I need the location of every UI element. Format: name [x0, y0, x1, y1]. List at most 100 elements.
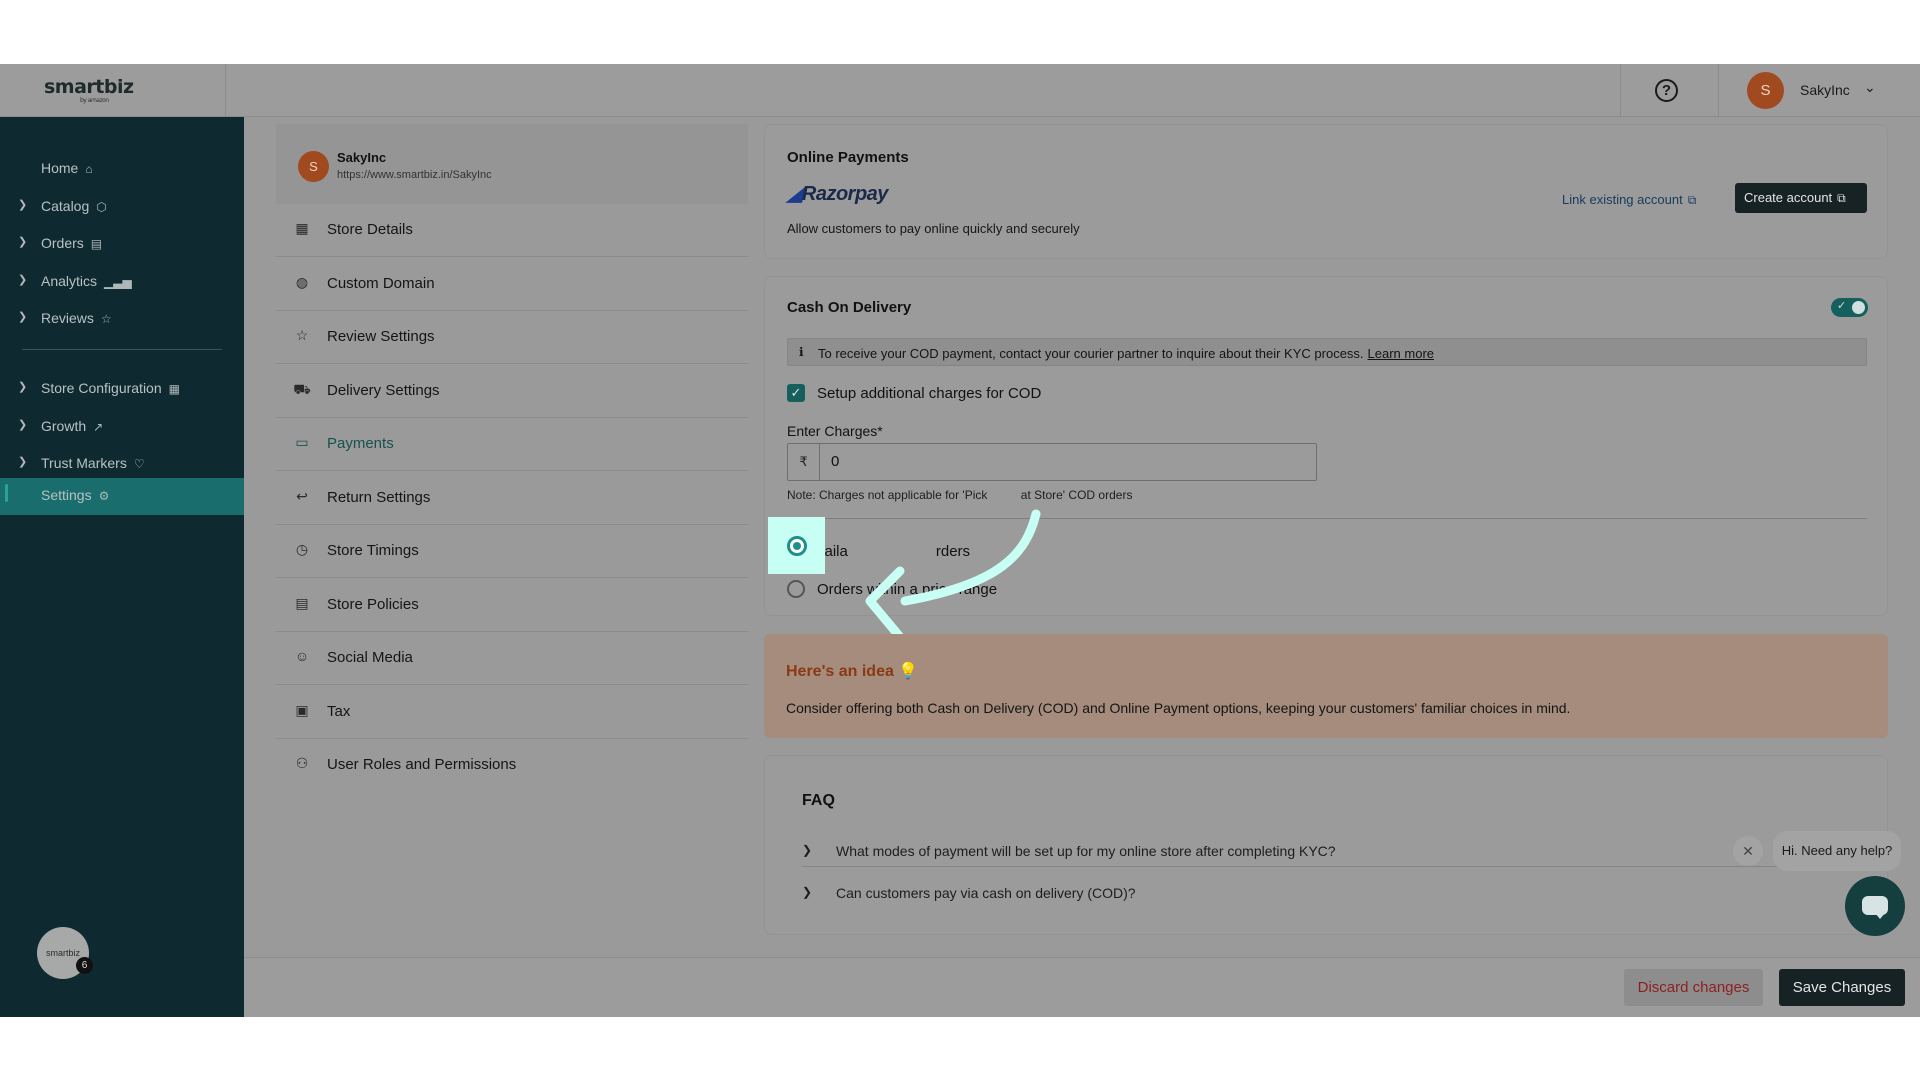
- online-payments-title: Online Payments: [787, 149, 909, 166]
- users-icon: ⚇: [295, 755, 309, 771]
- cod-title: Cash On Delivery: [787, 299, 912, 316]
- chevron-right-icon: ❯: [18, 236, 28, 248]
- store-header: S SakyInc https://www.smartbiz.in/SakyIn…: [276, 124, 748, 204]
- star-icon: ☆: [295, 327, 309, 343]
- close-icon[interactable]: ✕: [1733, 836, 1763, 866]
- chevron-right-icon: ❯: [18, 419, 28, 431]
- idea-card: Here's an idea 💡 Consider offering both …: [764, 634, 1888, 738]
- divider: [225, 64, 226, 117]
- settings-item-store-details[interactable]: ▦ Store Details: [276, 204, 748, 257]
- divider: [1620, 64, 1621, 117]
- online-payments-description: Allow customers to pay online quickly an…: [787, 221, 1080, 236]
- lightbulb-icon: 💡: [898, 663, 919, 680]
- rupee-icon: ₹: [788, 444, 820, 480]
- settings-item-store-timings[interactable]: ◷ Store Timings: [276, 525, 748, 578]
- setup-charges-label: Setup additional charges for COD: [817, 385, 1042, 402]
- trend-up-icon: ↗: [93, 420, 104, 434]
- tax-icon: ▣: [295, 702, 309, 718]
- sidebar-item-store-configuration[interactable]: ❯ Store Configuration ▦: [0, 374, 244, 404]
- return-icon: ↩: [296, 488, 308, 504]
- chevron-down-icon[interactable]: ⌄: [1864, 79, 1876, 96]
- check-icon: ✓: [1837, 300, 1847, 312]
- help-icon[interactable]: ?: [1655, 79, 1678, 102]
- sidebar-item-home[interactable]: Home ⌂: [0, 154, 244, 184]
- store-url[interactable]: https://www.smartbiz.in/SakyInc: [337, 169, 492, 181]
- sidebar-item-catalog[interactable]: ❯ Catalog ⬡: [0, 192, 244, 222]
- online-payments-card: Online Payments ◢Razorpay Allow customer…: [764, 124, 1888, 259]
- chevron-right-icon: ❯: [802, 885, 813, 899]
- idea-title: Here's an idea 💡: [786, 663, 919, 680]
- charges-value: 0: [831, 453, 840, 470]
- clock-icon: ◷: [295, 541, 309, 557]
- orders-icon: ▤: [90, 237, 103, 251]
- social-icon: ☺: [294, 648, 310, 664]
- divider: [1718, 64, 1719, 117]
- sidebar-item-orders[interactable]: ❯ Orders ▤: [0, 229, 244, 259]
- store-avatar: S: [298, 151, 329, 182]
- faq-card: FAQ ❯ What modes of payment will be set …: [764, 755, 1888, 935]
- top-bar: smartbiz by amazon ? S SakyInc ⌄: [0, 64, 1920, 117]
- faq-title: FAQ: [802, 792, 835, 809]
- enter-charges-label: Enter Charges*: [787, 423, 883, 439]
- sidebar-divider: [22, 349, 222, 350]
- option-all-orders-radio[interactable]: [787, 536, 807, 556]
- home-icon: ⌂: [85, 162, 93, 176]
- payment-card-icon: ▭: [295, 434, 309, 450]
- chat-icon: [1862, 896, 1888, 919]
- sidebar-item-settings[interactable]: Settings ⚙: [0, 478, 244, 515]
- charges-note: Note: Charges not applicable for 'Pick__…: [787, 488, 1133, 502]
- store-name: SakyInc: [337, 150, 387, 165]
- settings-item-tax[interactable]: ▣ Tax: [276, 686, 748, 739]
- tutorial-arrow-icon: [865, 509, 1041, 642]
- star-icon: ☆: [100, 312, 112, 326]
- save-changes-button[interactable]: Save Changes: [1779, 969, 1905, 1006]
- setup-charges-checkbox[interactable]: ✓: [787, 384, 805, 402]
- faq-item[interactable]: ❯ Can customers pay via cash on delivery…: [802, 874, 1792, 914]
- store-icon: ▦: [168, 382, 180, 396]
- user-name[interactable]: SakyInc: [1800, 82, 1850, 98]
- user-avatar[interactable]: S: [1747, 72, 1784, 109]
- analytics-icon: ▁▃▅: [104, 275, 132, 289]
- gear-icon: ⚙: [98, 489, 110, 503]
- chevron-right-icon: ❯: [802, 843, 813, 857]
- info-icon: ℹ: [799, 345, 804, 359]
- heart-icon: ♡: [133, 457, 145, 471]
- option-price-range-radio[interactable]: [787, 580, 805, 598]
- settings-item-user-roles[interactable]: ⚇ User Roles and Permissions: [276, 739, 748, 792]
- chevron-right-icon: ❯: [18, 456, 28, 468]
- smartbiz-logo[interactable]: smartbiz by amazon: [44, 76, 134, 104]
- link-existing-account-link[interactable]: Link existing account ⧉: [1562, 192, 1696, 208]
- settings-item-payments[interactable]: ▭ Payments: [276, 418, 748, 471]
- catalog-icon: ⬡: [96, 200, 107, 214]
- globe-icon: ◍: [295, 274, 309, 290]
- sidebar-item-reviews[interactable]: ❯ Reviews ☆: [0, 304, 244, 334]
- settings-item-social-media[interactable]: ☺ Social Media: [276, 632, 748, 685]
- bottom-action-bar: Discard changes Save Changes: [244, 957, 1920, 1017]
- app-window: smartbiz by amazon ? S SakyInc ⌄ Home ⌂ ❯…: [0, 64, 1920, 1017]
- sidebar-item-growth[interactable]: ❯ Growth ↗: [0, 412, 244, 442]
- idea-text: Consider offering both Cash on Delivery …: [786, 700, 1571, 716]
- learn-more-link[interactable]: Learn more: [1368, 346, 1434, 361]
- sidebar-item-trust-markers[interactable]: ❯ Trust Markers ♡: [0, 449, 244, 479]
- document-icon: ▤: [295, 595, 309, 611]
- chat-greeting[interactable]: Hi. Need any help?: [1773, 831, 1901, 871]
- settings-menu: S SakyInc https://www.smartbiz.in/SakyIn…: [276, 124, 748, 794]
- charges-input[interactable]: ₹ 0: [787, 443, 1317, 481]
- chevron-right-icon: ❯: [18, 274, 28, 286]
- cod-toggle[interactable]: ✓: [1831, 298, 1868, 317]
- create-account-button[interactable]: Create account ⧉: [1735, 183, 1867, 213]
- settings-item-return-settings[interactable]: ↩ Return Settings: [276, 472, 748, 525]
- notification-badge: 6: [76, 957, 93, 974]
- chat-button[interactable]: [1845, 876, 1905, 936]
- settings-item-store-policies[interactable]: ▤ Store Policies: [276, 579, 748, 632]
- chevron-right-icon: ❯: [18, 199, 28, 211]
- settings-item-review-settings[interactable]: ☆ Review Settings: [276, 311, 748, 364]
- cod-info-banner: ℹ To receive your COD payment, contact y…: [787, 338, 1867, 366]
- truck-icon: ⛟: [293, 381, 311, 397]
- chevron-right-icon: ❯: [18, 381, 28, 393]
- discard-changes-button[interactable]: Discard changes: [1624, 969, 1763, 1006]
- sidebar-item-analytics[interactable]: ❯ Analytics ▁▃▅: [0, 267, 244, 297]
- settings-item-custom-domain[interactable]: ◍ Custom Domain: [276, 258, 748, 311]
- settings-item-delivery-settings[interactable]: ⛟ Delivery Settings: [276, 365, 748, 418]
- external-link-icon: ⧉: [1687, 193, 1697, 207]
